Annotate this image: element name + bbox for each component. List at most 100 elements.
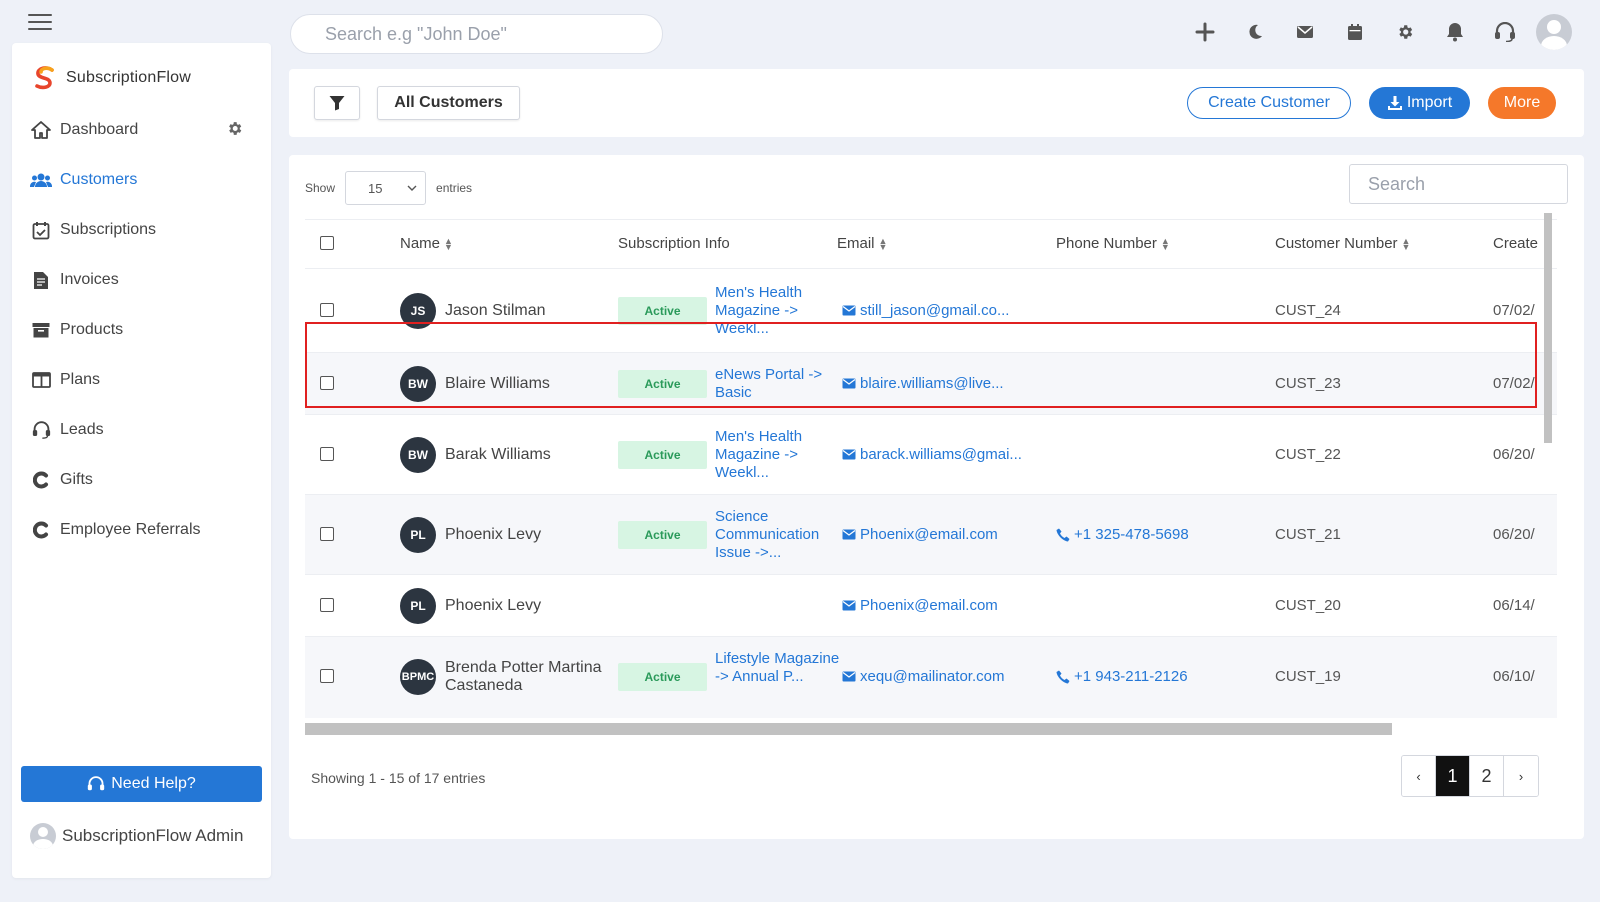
sidebar-item-plans[interactable]: Plans [12,355,271,405]
email-link[interactable]: barack.williams@gmai... [842,446,1022,463]
vertical-scrollbar[interactable] [1544,213,1552,443]
sidebar-item-dashboard[interactable]: Dashboard [12,105,271,155]
sidebar-item-gifts[interactable]: Gifts [12,455,271,505]
bell-icon[interactable] [1430,12,1480,52]
dashboard-settings-icon[interactable] [226,120,243,142]
customer-name[interactable]: Jason Stilman [445,302,546,320]
avatar: BW [400,437,436,473]
sidebar-item-leads[interactable]: Leads [12,405,271,455]
avatar: JS [400,293,436,329]
table-row[interactable]: JS Jason Stilman Active Men's Health Mag… [305,268,1557,352]
hamburger-menu-icon[interactable] [28,14,52,30]
sidebar-item-label: Employee Referrals [60,521,201,538]
row-checkbox[interactable] [320,598,334,612]
email-link[interactable]: Phoenix@email.com [842,526,998,543]
horizontal-scrollbar[interactable] [305,723,1392,735]
moon-icon[interactable] [1230,12,1280,52]
row-checkbox[interactable] [320,303,334,317]
table-info: Showing 1 - 15 of 17 entries [311,770,486,786]
user-avatar[interactable] [1536,14,1572,50]
email-link[interactable]: xequ@mailinator.com [842,668,1004,685]
download-icon [1387,96,1402,110]
email-link[interactable]: Phoenix@email.com [842,597,998,614]
subscription-link[interactable]: Science Communication Issue ->... [715,508,840,562]
sidebar-item-label: Customers [60,171,138,188]
sort-icon: ▲ ▼ [444,236,453,253]
customer-name[interactable]: Phoenix Levy [445,597,541,615]
create-customer-button[interactable]: Create Customer [1187,87,1351,119]
email-link[interactable]: blaire.williams@live... [842,375,1004,392]
column-header-name[interactable]: Name ▲ ▼ [400,235,453,252]
avatar: PL [400,517,436,553]
sort-icon: ▲ ▼ [1401,236,1411,253]
sidebar-item-invoices[interactable]: Invoices [12,255,271,305]
customer-name[interactable]: Phoenix Levy [445,526,541,544]
mail-icon[interactable] [1280,12,1330,52]
sidebar-item-subscriptions[interactable]: Subscriptions [12,205,271,255]
subscription-link[interactable]: Lifestyle Magazine -> Annual P... [715,650,840,686]
sort-icon: ▲ ▼ [1160,236,1170,253]
subscription-link[interactable]: eNews Portal -> Basic [715,366,840,402]
pagination-page-1[interactable]: 1 [1436,756,1470,796]
row-checkbox[interactable] [320,376,334,390]
sidebar-item-label: Dashboard [60,121,139,138]
filter-button[interactable] [314,86,360,120]
sidebar-item-products[interactable]: Products [12,305,271,355]
subscription-link[interactable]: Men's Health Magazine -> Weekl... [715,428,840,482]
entries-value: 15 [368,180,383,196]
customers-table-card: Show 15 entries Name▲▼ Subscription Info… [289,155,1584,839]
pagination-page-2[interactable]: 2 [1470,756,1504,796]
subscription-link[interactable]: Men's Health Magazine -> Weekl... [715,284,840,338]
customer-number: CUST_20 [1275,597,1341,614]
entries-select[interactable]: 15 [345,171,427,205]
select-all-checkbox[interactable] [320,236,334,250]
global-search-input[interactable] [290,14,663,54]
admin-avatar [30,823,56,849]
column-header-created[interactable]: Create [1493,235,1538,252]
home-icon [30,119,52,141]
more-button[interactable]: More [1488,87,1556,119]
table-row[interactable]: PL Phoenix Levy Phoenix@email.com CUST_2… [305,574,1557,636]
row-checkbox[interactable] [320,669,334,683]
phone-link[interactable]: +1 943-211-2126 [1056,668,1188,685]
headset-icon [30,419,52,441]
row-checkbox[interactable] [320,527,334,541]
customer-number: CUST_19 [1275,668,1341,685]
column-header-email[interactable]: Email ▲ ▼ [837,235,887,252]
view-selector-button[interactable]: All Customers [377,86,520,120]
filter-icon [329,96,345,111]
phone-link[interactable]: +1 325-478-5698 [1056,526,1189,543]
brand[interactable]: SubscriptionFlow [12,43,271,91]
subscriptionflow-logo-icon [35,66,54,90]
table-search-input[interactable] [1349,164,1568,204]
sidebar-item-employee-referrals[interactable]: Employee Referrals [12,505,271,555]
customer-name[interactable]: Barak Williams [445,446,551,464]
table-row[interactable]: BW Barak Williams Active Men's Health Ma… [305,414,1557,494]
calendar-check-icon [30,219,52,241]
sidebar-item-label: Products [60,321,124,338]
table-row[interactable]: PL Phoenix Levy Active Science Communica… [305,494,1557,574]
column-header-customer-number[interactable]: Customer Number ▲ ▼ [1275,235,1410,252]
need-help-label: Need Help? [111,775,196,792]
pagination-prev[interactable]: ‹ [1402,756,1436,796]
table-row[interactable]: BPMC Brenda Potter Martina Castaneda Act… [305,636,1557,718]
calendar-icon[interactable] [1330,12,1380,52]
sidebar-item-label: Leads [60,421,104,438]
admin-name: SubscriptionFlow Admin [62,826,244,845]
pagination-next[interactable]: › [1504,756,1538,796]
table-row[interactable]: BW Blaire Williams Active eNews Portal -… [305,352,1557,414]
headset-icon[interactable] [1480,12,1530,52]
column-header-phone[interactable]: Phone Number ▲ ▼ [1056,235,1170,252]
admin-profile[interactable]: SubscriptionFlow Admin [30,823,243,849]
need-help-button[interactable]: Need Help? [21,766,262,802]
plus-icon[interactable] [1180,12,1230,52]
import-button[interactable]: Import [1369,87,1470,119]
gear-icon[interactable] [1380,12,1430,52]
customer-name[interactable]: Blaire Williams [445,375,550,393]
customer-name[interactable]: Brenda Potter Martina Castaneda [445,659,605,695]
email-link[interactable]: still_jason@gmail.co... [842,302,1009,319]
sidebar-item-customers[interactable]: Customers [12,155,271,205]
sidebar-item-label: Invoices [60,271,119,288]
created-date: 07/02/ [1493,375,1535,392]
row-checkbox[interactable] [320,447,334,461]
